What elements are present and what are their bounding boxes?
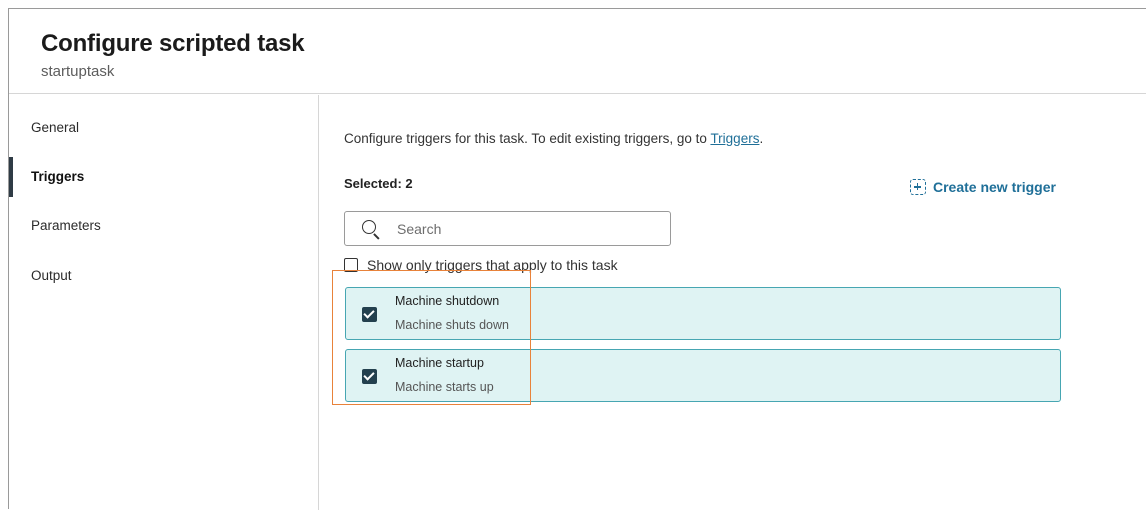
dialog-panel: Configure scripted task startuptask Gene…	[8, 8, 1146, 510]
dialog-header: Configure scripted task startuptask	[9, 9, 1146, 94]
filter-label: Show only triggers that apply to this ta…	[367, 257, 618, 273]
filter-checkbox[interactable]	[344, 258, 358, 272]
sidebar-nav: General Triggers Parameters Output	[9, 95, 319, 510]
trigger-checkbox[interactable]	[362, 369, 377, 384]
add-icon	[910, 179, 926, 195]
search-input[interactable]	[397, 220, 657, 237]
search-icon	[360, 218, 382, 240]
filter-option: Show only triggers that apply to this ta…	[344, 257, 618, 273]
intro-text: Configure triggers for this task. To edi…	[344, 131, 763, 146]
triggers-link[interactable]: Triggers	[710, 131, 759, 146]
page-title: Configure scripted task	[41, 30, 305, 57]
page-subtitle: startuptask	[41, 63, 115, 80]
intro-text-start: Configure triggers for this task. To edi…	[344, 131, 711, 146]
main-content: Configure triggers for this task. To edi…	[320, 95, 1146, 510]
sidebar-item-parameters[interactable]: Parameters	[9, 206, 318, 246]
trigger-item-startup[interactable]: Machine startup Machine starts up	[345, 349, 1061, 402]
trigger-description: Machine shuts down	[395, 318, 509, 332]
search-box[interactable]	[344, 211, 671, 246]
trigger-item-shutdown[interactable]: Machine shutdown Machine shuts down	[345, 287, 1061, 340]
sidebar-item-general[interactable]: General	[9, 108, 318, 148]
intro-text-end: .	[759, 131, 764, 146]
create-new-trigger-label: Create new trigger	[933, 179, 1056, 195]
trigger-description: Machine starts up	[395, 380, 494, 394]
sidebar-item-output[interactable]: Output	[9, 256, 318, 296]
trigger-name: Machine startup	[395, 356, 484, 370]
sidebar-item-triggers[interactable]: Triggers	[9, 157, 318, 197]
selected-count: Selected: 2	[344, 176, 413, 191]
trigger-checkbox[interactable]	[362, 307, 377, 322]
trigger-name: Machine shutdown	[395, 294, 500, 308]
create-new-trigger-button[interactable]: Create new trigger	[910, 179, 1056, 195]
